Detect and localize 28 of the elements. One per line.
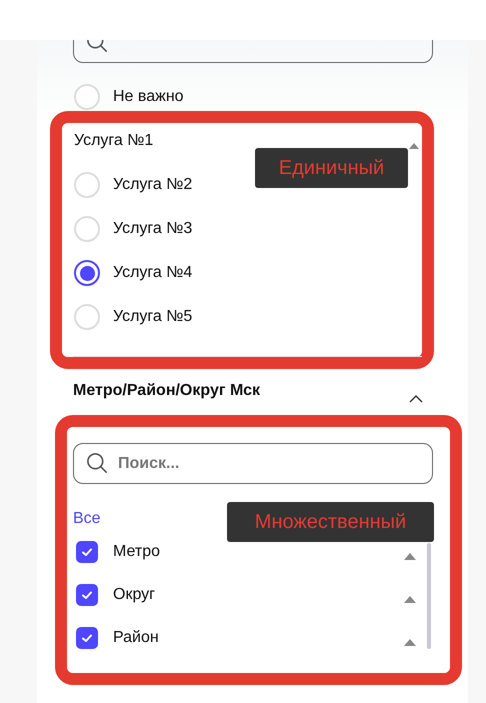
checkmark-icon <box>81 589 93 601</box>
option-label: Район <box>113 629 160 647</box>
option-label: Не важно <box>113 88 184 106</box>
expand-arrow-icon[interactable] <box>404 638 416 646</box>
option-label: Услуга №4 <box>113 264 192 282</box>
search-icon <box>87 453 107 473</box>
chevron-up-icon[interactable] <box>409 395 423 403</box>
checkmark-icon <box>81 546 93 558</box>
option-label: Услуга №5 <box>113 308 192 326</box>
annotation-label: Единичный <box>255 148 408 188</box>
option-label: Услуга №2 <box>113 176 192 194</box>
option-label: Услуга №3 <box>113 220 192 238</box>
option-label: Услуга №1 <box>74 131 154 151</box>
option-label: Округ <box>113 586 156 604</box>
scroll-up-icon[interactable] <box>409 143 419 149</box>
search-field[interactable]: Поиск... <box>73 443 433 484</box>
option-label: Метро <box>113 543 161 561</box>
checkmark-icon <box>81 632 93 644</box>
checkbox[interactable] <box>76 627 98 649</box>
section-title: Метро/Район/Округ Мск <box>73 381 260 401</box>
radio-button[interactable] <box>74 260 100 286</box>
scrollbar[interactable] <box>427 543 431 649</box>
expand-arrow-icon[interactable] <box>404 552 416 560</box>
expand-arrow-icon[interactable] <box>404 596 416 602</box>
select-all-link[interactable]: Все <box>73 509 101 529</box>
checkbox[interactable] <box>76 584 98 606</box>
checkbox[interactable] <box>76 541 98 563</box>
annotation-label: Множественный <box>227 502 434 542</box>
